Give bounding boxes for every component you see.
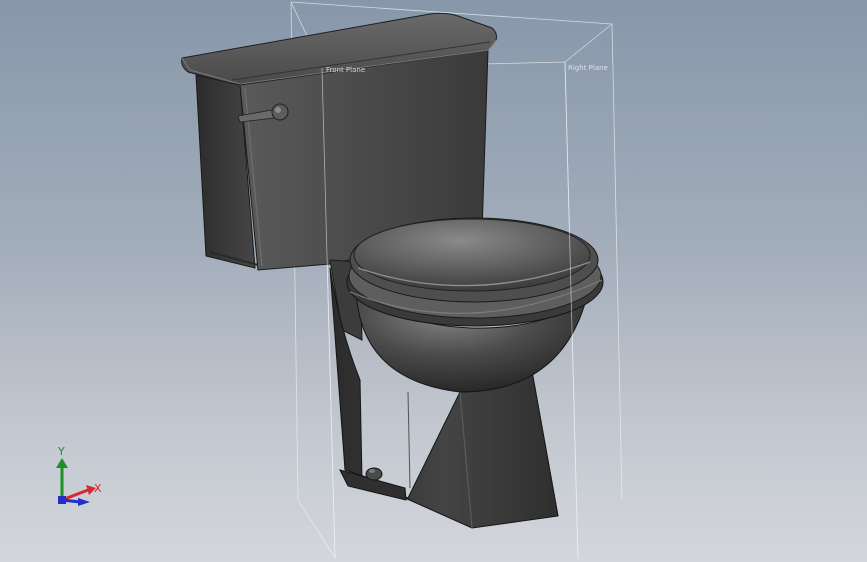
graphics-viewport[interactable]: Front Plane Right Plane Y X: [0, 0, 867, 562]
bolt-cap: [365, 467, 383, 481]
y-axis-label: Y: [57, 445, 65, 458]
view-orientation-triad[interactable]: Y X: [56, 445, 102, 506]
right-plane-label: Right Plane: [568, 64, 608, 72]
x-axis-label: X: [94, 482, 102, 495]
front-plane-label: Front Plane: [326, 66, 365, 74]
seat-cover[interactable]: [349, 217, 599, 303]
